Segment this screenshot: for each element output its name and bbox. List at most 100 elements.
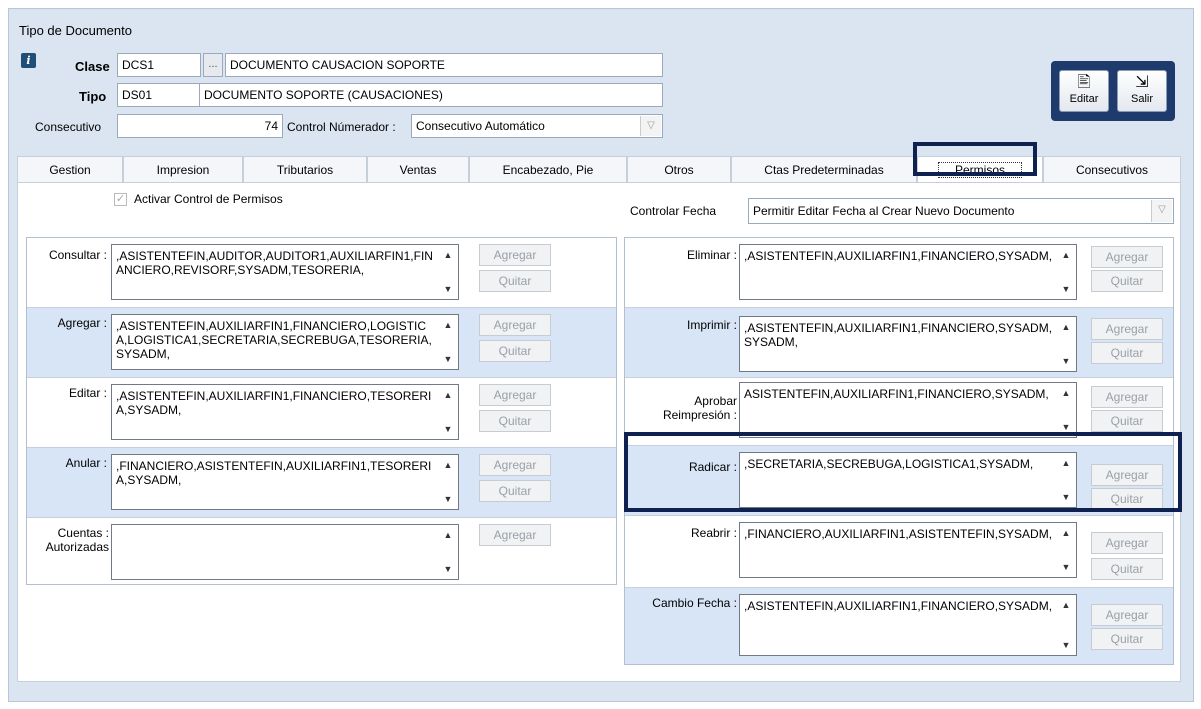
- eliminar-label: Eliminar :: [686, 248, 737, 262]
- agregar-users-textarea[interactable]: ,ASISTENTEFIN,AUXILIARFIN1,FINANCIERO,LO…: [111, 314, 459, 370]
- anular-users-textarea[interactable]: ,FINANCIERO,ASISTENTEFIN,AUXILIARFIN1,TE…: [111, 454, 459, 510]
- document-type-window: Tipo de Documento i Clase DCS1 ... DOCUM…: [8, 8, 1194, 702]
- cuentas-textarea[interactable]: ▲ ▼: [111, 524, 459, 580]
- chevron-down-icon: ▼: [443, 424, 453, 434]
- eliminar-users-textarea[interactable]: ,ASISTENTEFIN,AUXILIARFIN1,FINANCIERO,SY…: [739, 244, 1077, 300]
- tab-impresion[interactable]: Impresion: [123, 156, 243, 182]
- imprimir-add-button[interactable]: Agregar: [1091, 318, 1163, 340]
- chevron-up-icon: ▲: [1061, 322, 1071, 332]
- scrollbar[interactable]: ▲ ▼: [439, 386, 457, 438]
- reabrir-remove-button[interactable]: Quitar: [1091, 558, 1163, 580]
- imprimir-remove-button[interactable]: Quitar: [1091, 342, 1163, 364]
- tab-encabezado-pie[interactable]: Encabezado, Pie: [469, 156, 627, 182]
- clase-lookup-button[interactable]: ...: [203, 53, 223, 77]
- consultar-remove-button[interactable]: Quitar: [479, 270, 551, 292]
- chevron-down-icon: ▼: [1061, 356, 1071, 366]
- cambio-fecha-textarea[interactable]: ,ASISTENTEFIN,AUXILIARFIN1,FINANCIERO,SY…: [739, 594, 1077, 656]
- scrollbar[interactable]: ▲ ▼: [1057, 246, 1075, 298]
- scrollbar[interactable]: ▲ ▼: [439, 456, 457, 508]
- chevron-up-icon: ▲: [443, 460, 453, 470]
- exit-icon: ⇲: [1135, 74, 1149, 91]
- permisos-tab-highlight: [913, 142, 1037, 176]
- aprobar-reimpresion-label: Aprobar Reimpresión :: [662, 394, 737, 422]
- consultar-add-button[interactable]: Agregar: [479, 244, 551, 266]
- chevron-up-icon: ▲: [1061, 528, 1071, 538]
- scrollbar[interactable]: ▲ ▼: [439, 526, 457, 578]
- permission-row-anular: Anular : ,FINANCIERO,ASISTENTEFIN,AUXILI…: [27, 448, 616, 518]
- chevron-down-icon: ▼: [1061, 284, 1071, 294]
- clase-code-field[interactable]: DCS1: [117, 53, 201, 77]
- chevron-down-icon: ▼: [443, 284, 453, 294]
- chevron-up-icon: ▲: [443, 530, 453, 540]
- aprobar-reimpresion-remove-button[interactable]: Quitar: [1091, 410, 1163, 432]
- scrollbar[interactable]: ▲ ▼: [1057, 384, 1075, 436]
- chevron-down-icon: ▼: [1061, 562, 1071, 572]
- exit-button[interactable]: ⇲ Salir: [1117, 70, 1167, 112]
- edit-button[interactable]: 🖹 Editar: [1059, 70, 1109, 112]
- tab-otros[interactable]: Otros: [627, 156, 731, 182]
- eliminar-remove-button[interactable]: Quitar: [1091, 270, 1163, 292]
- tab-consecutivos[interactable]: Consecutivos: [1043, 156, 1181, 182]
- cambio-fecha-label: Cambio Fecha :: [652, 596, 737, 610]
- chevron-down-icon: ▼: [1061, 640, 1071, 650]
- aprobar-reimpresion-textarea[interactable]: ASISTENTEFIN,AUXILIARFIN1,FINANCIERO,SYS…: [739, 382, 1077, 438]
- tipo-code-field[interactable]: DS01: [117, 83, 201, 107]
- tipo-description-field[interactable]: DOCUMENTO SOPORTE (CAUSACIONES): [199, 83, 663, 107]
- tab-gestion[interactable]: Gestion: [17, 156, 123, 182]
- control-numerador-select[interactable]: Consecutivo Automático ▽: [411, 114, 663, 138]
- scrollbar[interactable]: ▲ ▼: [1057, 524, 1075, 576]
- chevron-up-icon: ▲: [1061, 388, 1071, 398]
- agregar-add-button[interactable]: Agregar: [479, 314, 551, 336]
- tipo-label: Tipo: [79, 89, 107, 104]
- reabrir-users-textarea[interactable]: ,FINANCIERO,AUXILIARFIN1,ASISTENTEFIN,SY…: [739, 522, 1077, 578]
- consecutivo-field[interactable]: 74: [117, 114, 283, 138]
- permission-row-cuentas: Cuentas : Autorizadas ▲ ▼ Agregar: [27, 518, 616, 584]
- consecutivo-label: Consecutivo: [35, 120, 102, 134]
- scrollbar[interactable]: ▲ ▼: [1057, 318, 1075, 370]
- chevron-up-icon: ▲: [443, 390, 453, 400]
- agregar-label: Agregar :: [57, 316, 107, 330]
- chevron-up-icon: ▲: [443, 250, 453, 260]
- eliminar-add-button[interactable]: Agregar: [1091, 246, 1163, 268]
- controlar-fecha-value: Permitir Editar Fecha al Crear Nuevo Doc…: [753, 204, 1015, 218]
- edit-label: Editar: [1069, 93, 1099, 105]
- cuentas-add-button[interactable]: Agregar: [479, 524, 551, 546]
- tab-tributarios[interactable]: Tributarios: [243, 156, 367, 182]
- scrollbar[interactable]: ▲ ▼: [439, 316, 457, 368]
- controlar-fecha-select[interactable]: Permitir Editar Fecha al Crear Nuevo Doc…: [748, 198, 1174, 224]
- tab-ventas[interactable]: Ventas: [367, 156, 469, 182]
- radicar-highlight: [624, 432, 1182, 512]
- editar-users-textarea[interactable]: ,ASISTENTEFIN,AUXILIARFIN1,FINANCIERO,TE…: [111, 384, 459, 440]
- aprobar-reimpresion-add-button[interactable]: Agregar: [1091, 386, 1163, 408]
- edit-icon: 🖹: [1077, 74, 1091, 91]
- reabrir-add-button[interactable]: Agregar: [1091, 532, 1163, 554]
- chevron-down-icon[interactable]: ▽: [640, 116, 661, 136]
- scrollbar[interactable]: ▲ ▼: [1057, 596, 1075, 654]
- cambio-fecha-remove-button[interactable]: Quitar: [1091, 628, 1163, 650]
- anular-add-button[interactable]: Agregar: [479, 454, 551, 476]
- editar-add-button[interactable]: Agregar: [479, 384, 551, 406]
- permission-row-reabrir: Reabrir : ,FINANCIERO,AUXILIARFIN1,ASIST…: [625, 516, 1173, 588]
- clase-label: Clase: [75, 59, 110, 74]
- scrollbar[interactable]: ▲ ▼: [439, 246, 457, 298]
- activar-control-checkbox[interactable]: ✓: [114, 193, 127, 206]
- imprimir-users-textarea[interactable]: ,ASISTENTEFIN,AUXILIARFIN1,FINANCIERO,SY…: [739, 316, 1077, 372]
- tab-ctas-predeterminadas[interactable]: Ctas Predeterminadas: [731, 156, 917, 182]
- clase-description-field[interactable]: DOCUMENTO CAUSACION SOPORTE: [225, 53, 663, 77]
- left-permissions-group: Consultar : ,ASISTENTEFIN,AUDITOR,AUDITO…: [26, 237, 617, 585]
- permission-row-eliminar: Eliminar : ,ASISTENTEFIN,AUXILIARFIN1,FI…: [625, 238, 1173, 308]
- permission-row-editar: Editar : ,ASISTENTEFIN,AUXILIARFIN1,FINA…: [27, 378, 616, 448]
- info-icon[interactable]: i: [21, 53, 36, 68]
- control-numerador-value: Consecutivo Automático: [416, 119, 545, 133]
- cambio-fecha-add-button[interactable]: Agregar: [1091, 604, 1163, 626]
- controlar-fecha-label: Controlar Fecha: [630, 204, 717, 218]
- chevron-down-icon: ▼: [443, 354, 453, 364]
- permission-row-cambio-fecha: Cambio Fecha : ,ASISTENTEFIN,AUXILIARFIN…: [625, 588, 1173, 664]
- editar-label: Editar :: [68, 386, 107, 400]
- agregar-remove-button[interactable]: Quitar: [479, 340, 551, 362]
- consultar-users-textarea[interactable]: ,ASISTENTEFIN,AUDITOR,AUDITOR1,AUXILIARF…: [111, 244, 459, 300]
- chevron-down-icon: ▼: [443, 564, 453, 574]
- anular-remove-button[interactable]: Quitar: [479, 480, 551, 502]
- chevron-down-icon[interactable]: ▽: [1151, 200, 1172, 222]
- editar-remove-button[interactable]: Quitar: [479, 410, 551, 432]
